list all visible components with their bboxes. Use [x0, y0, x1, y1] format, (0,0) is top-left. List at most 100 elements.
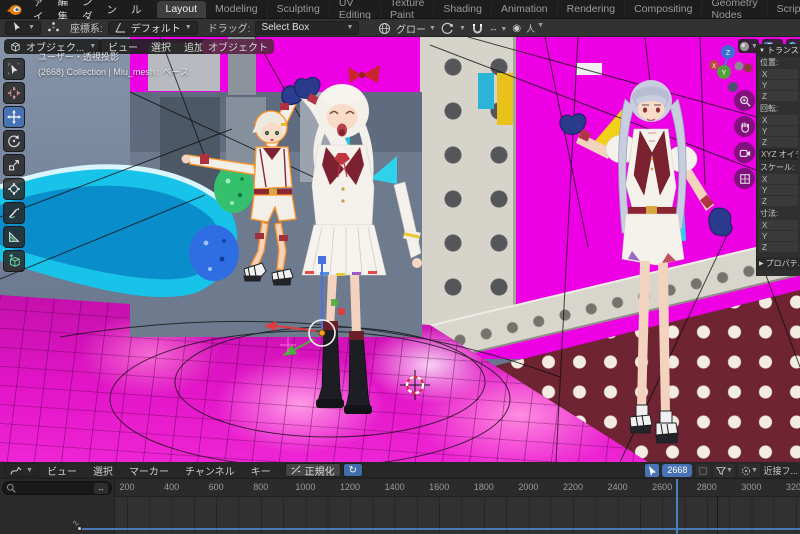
orientation-dropdown[interactable]: グロー ▼: [396, 21, 436, 36]
location-axis-field[interactable]: Y: [759, 80, 798, 90]
topbar-menu-item[interactable]: レンダー: [75, 0, 100, 18]
channel-search[interactable]: ↔: [2, 481, 112, 495]
frame-ruler[interactable]: 2004006008001000120014001600180020002200…: [115, 479, 800, 497]
workspace-tab[interactable]: Modeling: [206, 1, 268, 18]
ruler-tick: 1200: [340, 482, 360, 492]
graph-menu-item[interactable]: マーカー: [121, 463, 177, 478]
cursor-3d: [400, 370, 430, 400]
graph-menu-item[interactable]: チャンネル: [177, 463, 243, 478]
topbar-menus: ファイル編集レンダーウィンドウヘルプ: [26, 0, 149, 18]
workspace-tab[interactable]: Shading: [434, 1, 492, 18]
normalize-toggle[interactable]: 正規化: [285, 463, 341, 477]
workspace-tab[interactable]: Rendering: [558, 1, 625, 18]
transform-tool[interactable]: [3, 178, 25, 200]
topbar-menu-item[interactable]: ファイル: [26, 0, 51, 18]
rotation-axis-field[interactable]: Z: [759, 137, 798, 147]
axes-icon: [114, 21, 127, 34]
workspace-tab[interactable]: Animation: [492, 1, 558, 18]
fcurve-line[interactable]: [78, 528, 800, 530]
graph-editor-icon: [10, 465, 22, 476]
workspace-tabs: LayoutModelingSculptingUV EditingTexture…: [157, 0, 800, 18]
keyframe-dot[interactable]: [77, 526, 82, 531]
search-icon: [6, 483, 16, 493]
dimension-axis-field[interactable]: X: [759, 220, 798, 230]
character-right[interactable]: [560, 80, 732, 443]
graph-menu-item[interactable]: キー: [243, 463, 279, 478]
blender-logo-icon[interactable]: [6, 2, 22, 16]
pivot-dropdown-icon[interactable]: [441, 22, 454, 35]
properties-panel-collapsed[interactable]: ▶ プロパテ...: [757, 257, 800, 270]
proportional-dropdown[interactable]: ▼: [738, 464, 760, 477]
current-frame-badge[interactable]: 2668: [662, 464, 692, 477]
svg-text:X: X: [712, 64, 716, 70]
coord-system-dropdown[interactable]: デフォルト ▼: [108, 21, 198, 35]
location-label: 位置:: [757, 57, 800, 68]
glitter-blue: [189, 225, 239, 281]
sidebar-transform-panel: ▼ トランスフ... 位置: XYZ 回転: XYZ XYZ オイラ... スケ…: [756, 44, 800, 276]
pan-hand-button[interactable]: [734, 116, 755, 137]
viewport-scene[interactable]: [0, 37, 800, 462]
workspace-tab[interactable]: Sculpting: [268, 1, 330, 18]
zoom-button[interactable]: [734, 90, 755, 111]
annotate-tool[interactable]: [3, 202, 25, 224]
topbar-menu-item[interactable]: ウィンドウ: [100, 0, 125, 18]
falloff-dropdown[interactable]: 人 ▼: [526, 22, 544, 35]
workspace-tab[interactable]: Scripting: [768, 1, 800, 18]
expand-channels-button[interactable]: ↔: [94, 483, 108, 494]
select-cursor-toggle[interactable]: [645, 464, 659, 477]
editor-type-dropdown[interactable]: ▼: [4, 463, 39, 477]
ruler-tick: 2200: [563, 482, 583, 492]
move-tool[interactable]: [3, 106, 25, 128]
measure-tool[interactable]: [3, 226, 25, 248]
workspace-tab[interactable]: UV Editing: [330, 1, 381, 18]
ruler-tick: 1000: [295, 482, 315, 492]
snap-target-dropdown[interactable]: ↔ ▼: [489, 23, 507, 33]
ruler-tick: 600: [209, 482, 224, 492]
playhead-line[interactable]: [676, 479, 678, 534]
tool-mode-dropdown[interactable]: ▼: [5, 21, 41, 35]
rotation-axis-field[interactable]: X: [759, 115, 798, 125]
svg-text:Y: Y: [722, 70, 727, 77]
proportional-edit-toggle[interactable]: ◉: [512, 23, 521, 34]
dimension-axis-field[interactable]: Y: [759, 231, 798, 241]
scale-axis-field[interactable]: X: [759, 174, 798, 184]
orientation-dots-icon[interactable]: [47, 21, 60, 34]
ruler-tick: 1400: [385, 482, 405, 492]
tool-settings-bar: ▼ 座標系: デフォルト ▼ ドラッグ: Select Box ▼ グロー ▼: [0, 19, 800, 37]
channel-search-input[interactable]: [19, 483, 91, 493]
scale-tool[interactable]: [3, 154, 25, 176]
rotation-axis-field[interactable]: Y: [759, 126, 798, 136]
workspace-tab[interactable]: Texture Paint: [381, 1, 434, 18]
topbar-menu-item[interactable]: 編集: [51, 0, 76, 18]
expand-arrow-icon: ▶: [759, 260, 764, 267]
filter-dropdown[interactable]: ▼: [713, 464, 735, 477]
normalize-auto-button[interactable]: ↻: [343, 463, 363, 477]
cursor-tool[interactable]: [3, 82, 25, 104]
snap-magnet-icon[interactable]: [471, 22, 484, 35]
toggle-perspective-button[interactable]: [734, 168, 755, 189]
workspace-tab[interactable]: Compositing: [625, 1, 702, 18]
scale-axis-field[interactable]: Z: [759, 196, 798, 206]
transform-panel-header[interactable]: ▼ トランスフ...: [757, 44, 800, 57]
dimension-axis-field[interactable]: Z: [759, 242, 798, 252]
graph-menu-item[interactable]: ビュー: [39, 463, 85, 478]
workspace-tab[interactable]: Layout: [157, 1, 207, 18]
scale-axis-field[interactable]: Y: [759, 185, 798, 195]
location-axis-field[interactable]: Z: [759, 91, 798, 101]
camera-view-button[interactable]: [734, 142, 755, 163]
topbar-menu-item[interactable]: ヘルプ: [124, 0, 149, 18]
select-box-tool[interactable]: [3, 58, 25, 80]
workspace-tab[interactable]: Geometry Nodes: [702, 1, 767, 18]
graph-menu-item[interactable]: 選択: [85, 463, 121, 478]
snap-mode-dropdown[interactable]: 近接フ...: [763, 464, 798, 477]
ruler-tick: 2400: [608, 482, 628, 492]
rotation-mode-dropdown[interactable]: XYZ オイラ...: [759, 149, 798, 160]
object-menu[interactable]: オブジェクト: [202, 39, 274, 54]
rotate-tool[interactable]: [3, 130, 25, 152]
drag-mode-dropdown[interactable]: Select Box ▼: [255, 21, 359, 35]
location-axis-field[interactable]: X: [759, 69, 798, 79]
navigation-gizmo[interactable]: Z Y X: [700, 39, 764, 97]
ghost-curves-button[interactable]: [696, 464, 710, 477]
add-cube-tool[interactable]: [3, 250, 25, 272]
normalize-icon: [291, 465, 301, 475]
